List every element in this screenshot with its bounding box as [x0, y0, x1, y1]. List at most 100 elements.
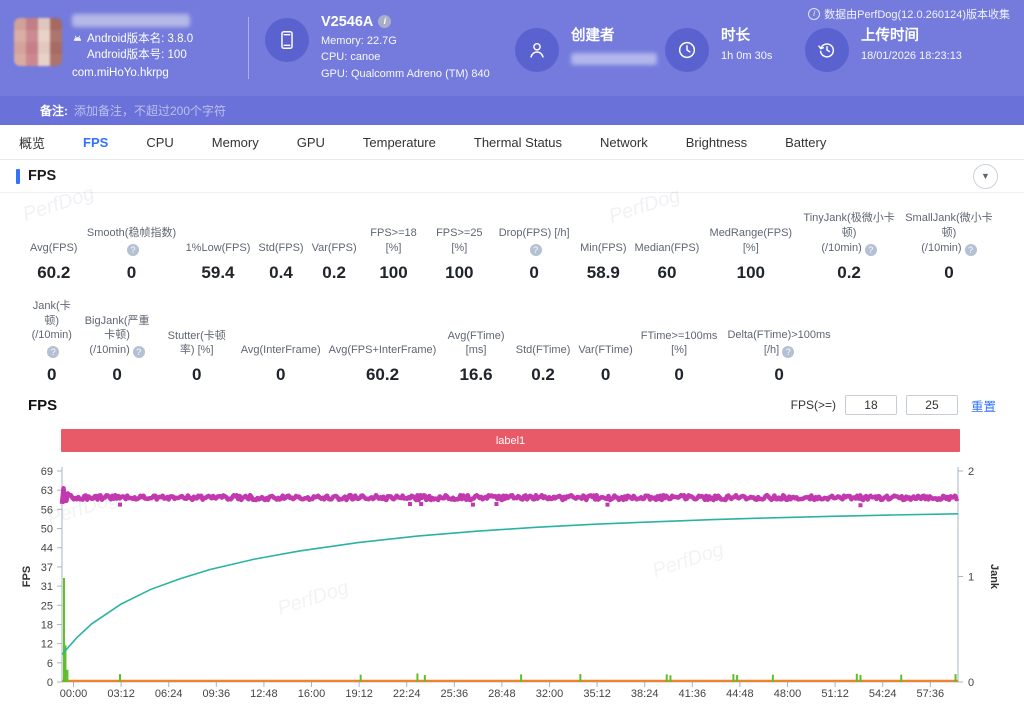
device-info-icon[interactable]: i	[378, 15, 391, 28]
tab-cpu[interactable]: CPU	[127, 135, 192, 150]
tab-battery[interactable]: Battery	[766, 135, 845, 150]
series-jank-spikes	[64, 578, 956, 682]
metric-value: 100	[707, 263, 794, 283]
fps-section-header: FPS ▼	[0, 160, 1024, 193]
metric-label: FTime>=100ms [%]	[641, 329, 718, 359]
device-model: V2546A	[321, 14, 373, 30]
help-icon[interactable]: ?	[965, 244, 977, 256]
fps-chart[interactable]: PerfDogPerfDogPerfDog0612182531374450566…	[0, 456, 1024, 705]
metric-cell: Std(FPS) 0.4	[254, 241, 307, 283]
svg-text:41:36: 41:36	[679, 688, 707, 700]
svg-text:2: 2	[968, 466, 974, 478]
metric-value: 0	[82, 365, 153, 385]
metric-cell: Avg(InterFrame)0	[237, 343, 325, 385]
metric-cell: Avg(FPS+InterFrame)60.2	[325, 343, 441, 385]
metric-label: Drop(FPS) [/h]?	[496, 226, 572, 256]
tab-fps[interactable]: FPS	[64, 135, 127, 150]
report-header: i 数据由PerfDog(12.0.260124)版本收集 Android版本名…	[0, 0, 1024, 96]
metric-value: 58.9	[580, 263, 626, 283]
tab-temperature[interactable]: Temperature	[344, 135, 455, 150]
tab-thermal-status[interactable]: Thermal Status	[455, 135, 581, 150]
info-icon: i	[808, 8, 820, 20]
help-icon[interactable]: ?	[127, 244, 139, 256]
metric-label: Stutter(卡顿率) [%]	[161, 329, 233, 359]
metric-value: 0	[496, 263, 572, 283]
device-block: V2546A i Memory: 22.7G CPU: canoe GPU: Q…	[265, 14, 515, 83]
svg-text:51:12: 51:12	[821, 688, 849, 700]
svg-text:69: 69	[41, 466, 53, 478]
series-avg-fps-curve	[62, 514, 958, 655]
series-fps-realtime	[62, 488, 958, 507]
svg-text:FPS: FPS	[21, 566, 33, 587]
chart-label-bar[interactable]: label1	[61, 429, 960, 452]
metric-cell: FTime>=100ms [%]0	[637, 329, 722, 386]
help-icon[interactable]: ?	[133, 346, 145, 358]
svg-text:25:36: 25:36	[441, 688, 469, 700]
fps-threshold-high-input[interactable]	[906, 395, 958, 415]
tab-overview[interactable]: 概览	[0, 133, 64, 152]
metric-cell: Avg(FTime) [ms]16.6	[440, 329, 511, 386]
device-cpu: CPU: canoe	[321, 49, 490, 66]
device-gpu: GPU: Qualcomm Adreno (TM) 840	[321, 66, 490, 83]
tab-gpu[interactable]: GPU	[278, 135, 344, 150]
svg-text:32:00: 32:00	[536, 688, 564, 700]
metric-label: Smooth(稳帧指数)?	[85, 226, 177, 256]
reset-button[interactable]: 重置	[971, 396, 996, 415]
tab-network[interactable]: Network	[581, 135, 667, 150]
metric-cell: MedRange(FPS)[%]100	[703, 226, 798, 283]
metric-label: Median(FPS)	[635, 241, 700, 256]
note-placeholder: 添加备注，不超过200个字符	[74, 102, 226, 119]
note-label: 备注:	[40, 102, 68, 119]
metric-value: 0	[904, 263, 994, 283]
svg-text:PerfDog: PerfDog	[275, 577, 352, 621]
help-icon[interactable]: ?	[865, 244, 877, 256]
fps-threshold-low-input[interactable]	[845, 395, 897, 415]
fps-metrics: PerfDog PerfDog Avg(FPS)60.2Smooth(稳帧指数)…	[0, 193, 1024, 385]
metric-cell: Avg(FPS)60.2	[26, 241, 81, 283]
chart-controls: FPS(>=) 重置	[791, 395, 996, 415]
metrics-row-1: Avg(FPS)60.2Smooth(稳帧指数)?01%Low(FPS)59.4…	[0, 211, 1024, 283]
metric-value: 0	[578, 365, 632, 385]
help-icon[interactable]: ?	[47, 346, 59, 358]
metrics-row-2: Jank(卡顿)(/10min)?0BigJank(严重卡顿)(/10min)?…	[0, 299, 1024, 386]
svg-text:38:24: 38:24	[631, 688, 659, 700]
help-icon[interactable]: ?	[782, 346, 794, 358]
metric-value: 0.2	[312, 263, 357, 283]
svg-text:09:36: 09:36	[203, 688, 231, 700]
duration-block: 时长 1h 0m 30s	[665, 24, 805, 72]
tab-memory[interactable]: Memory	[193, 135, 278, 150]
svg-text:22:24: 22:24	[393, 688, 421, 700]
metric-value: 0	[241, 365, 321, 385]
android-version: Android版本名: 3.8.0	[87, 32, 193, 48]
creator-name-redacted	[571, 53, 657, 65]
metric-cell: FPS>=25 [%]100	[426, 226, 492, 283]
metric-label: Std(FPS)	[258, 241, 303, 256]
duration-value: 1h 0m 30s	[721, 48, 772, 65]
svg-text:50: 50	[41, 524, 53, 536]
metric-cell: Var(FTime) 0	[574, 343, 636, 385]
metric-label: Avg(FPS)	[30, 241, 77, 256]
metric-cell: Stutter(卡顿率) [%] 0	[157, 329, 237, 386]
metric-value: 60.2	[329, 365, 437, 385]
metric-label: Var(FTime)	[578, 343, 632, 358]
chart-title: FPS	[28, 397, 57, 414]
metric-label: BigJank(严重卡顿)(/10min)?	[82, 314, 153, 359]
upload-block: 上传时间 18/01/2026 18:23:13	[805, 24, 962, 72]
history-clock-icon	[805, 28, 849, 72]
metric-value: 0	[161, 365, 233, 385]
svg-text:0: 0	[968, 677, 974, 689]
device-memory: Memory: 22.7G	[321, 33, 490, 50]
note-bar[interactable]: 备注: 添加备注，不超过200个字符	[0, 96, 1024, 125]
metric-value: 0.4	[258, 263, 303, 283]
svg-text:12: 12	[41, 639, 53, 651]
metric-label: FPS>=25 [%]	[430, 226, 488, 256]
help-icon[interactable]: ?	[530, 244, 542, 256]
metric-cell: BigJank(严重卡顿)(/10min)? 0	[78, 314, 157, 386]
metric-label: Avg(FTime) [ms]	[444, 329, 507, 359]
svg-text:37: 37	[41, 562, 53, 574]
tab-brightness[interactable]: Brightness	[667, 135, 766, 150]
clock-icon	[665, 28, 709, 72]
phone-icon	[265, 18, 309, 62]
collapse-section-button[interactable]: ▼	[973, 164, 998, 189]
metric-cell: Median(FPS)60	[631, 241, 704, 283]
